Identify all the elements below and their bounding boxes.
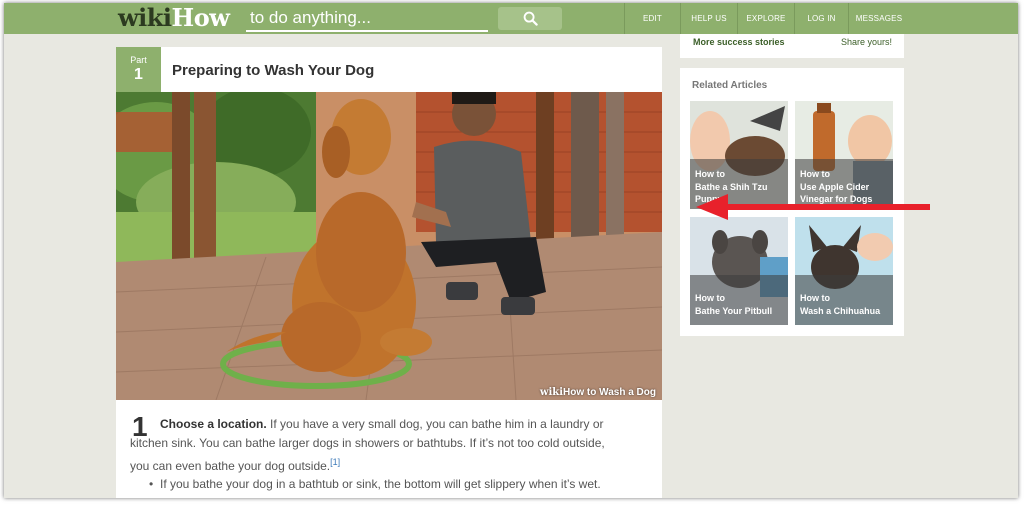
nav-help-us[interactable]: HELP US	[680, 3, 737, 34]
step-text: Choose a location. If you have a very sm…	[130, 415, 610, 476]
related-title-text: Bathe Your Pitbull	[695, 306, 773, 316]
logo-wiki-text: wiki	[118, 3, 172, 32]
share-yours-link[interactable]: Share yours!	[841, 37, 892, 47]
related-how-to: How to	[800, 169, 830, 179]
wikihow-logo[interactable]: wikiHow	[118, 3, 230, 32]
watermark-text: How to Wash a Dog	[563, 387, 656, 398]
step-bullet: If you bathe your dog in a bathtub or si…	[149, 477, 601, 491]
search-button[interactable]	[498, 7, 562, 30]
nav-log-in[interactable]: LOG IN	[794, 3, 848, 34]
top-navbar: wikiHow EDIT HELP US EXPLORE LOG IN MESS…	[4, 3, 1018, 34]
related-how-to: How to	[695, 293, 725, 303]
browser-frame: wikiHow EDIT HELP US EXPLORE LOG IN MESS…	[4, 3, 1018, 498]
watermark-wiki: wiki	[539, 387, 564, 398]
search-input[interactable]	[246, 7, 494, 29]
success-stories-box: More success stories Share yours!	[680, 34, 904, 58]
related-card-pitbull[interactable]: How to Bathe Your Pitbull	[690, 217, 788, 325]
annotation-arrow-icon	[696, 194, 930, 220]
part-label: Part	[130, 55, 147, 65]
step-image[interactable]: wikiHow to Wash a Dog	[116, 92, 662, 400]
search-box	[246, 7, 494, 32]
related-articles-title: Related Articles	[692, 80, 768, 91]
nav-explore[interactable]: EXPLORE	[737, 3, 794, 34]
more-success-link[interactable]: More success stories	[693, 37, 785, 47]
section-title: Preparing to Wash Your Dog	[172, 62, 375, 79]
image-watermark: wikiHow to Wash a Dog	[540, 387, 656, 398]
related-title-text: Wash a Chihuahua	[800, 306, 881, 316]
logo-how-text: How	[171, 3, 230, 32]
part-badge: Part 1	[116, 47, 161, 92]
related-card-chihuahua[interactable]: How to Wash a Chihuahua	[795, 217, 893, 325]
step-bold-text: Choose a location.	[160, 417, 267, 431]
reference-link[interactable]: [1]	[330, 457, 340, 467]
top-nav-menu: EDIT HELP US EXPLORE LOG IN MESSAGES	[624, 3, 909, 34]
related-how-to: How to	[695, 169, 725, 179]
nav-messages[interactable]: MESSAGES	[848, 3, 909, 34]
part-number: 1	[134, 66, 143, 83]
article-content: Part 1 Preparing to Wash Your Dog wikiHo…	[116, 47, 662, 498]
related-how-to: How to	[800, 293, 830, 303]
dog-washing-photo	[116, 92, 662, 400]
search-icon	[523, 11, 538, 26]
nav-edit[interactable]: EDIT	[624, 3, 680, 34]
